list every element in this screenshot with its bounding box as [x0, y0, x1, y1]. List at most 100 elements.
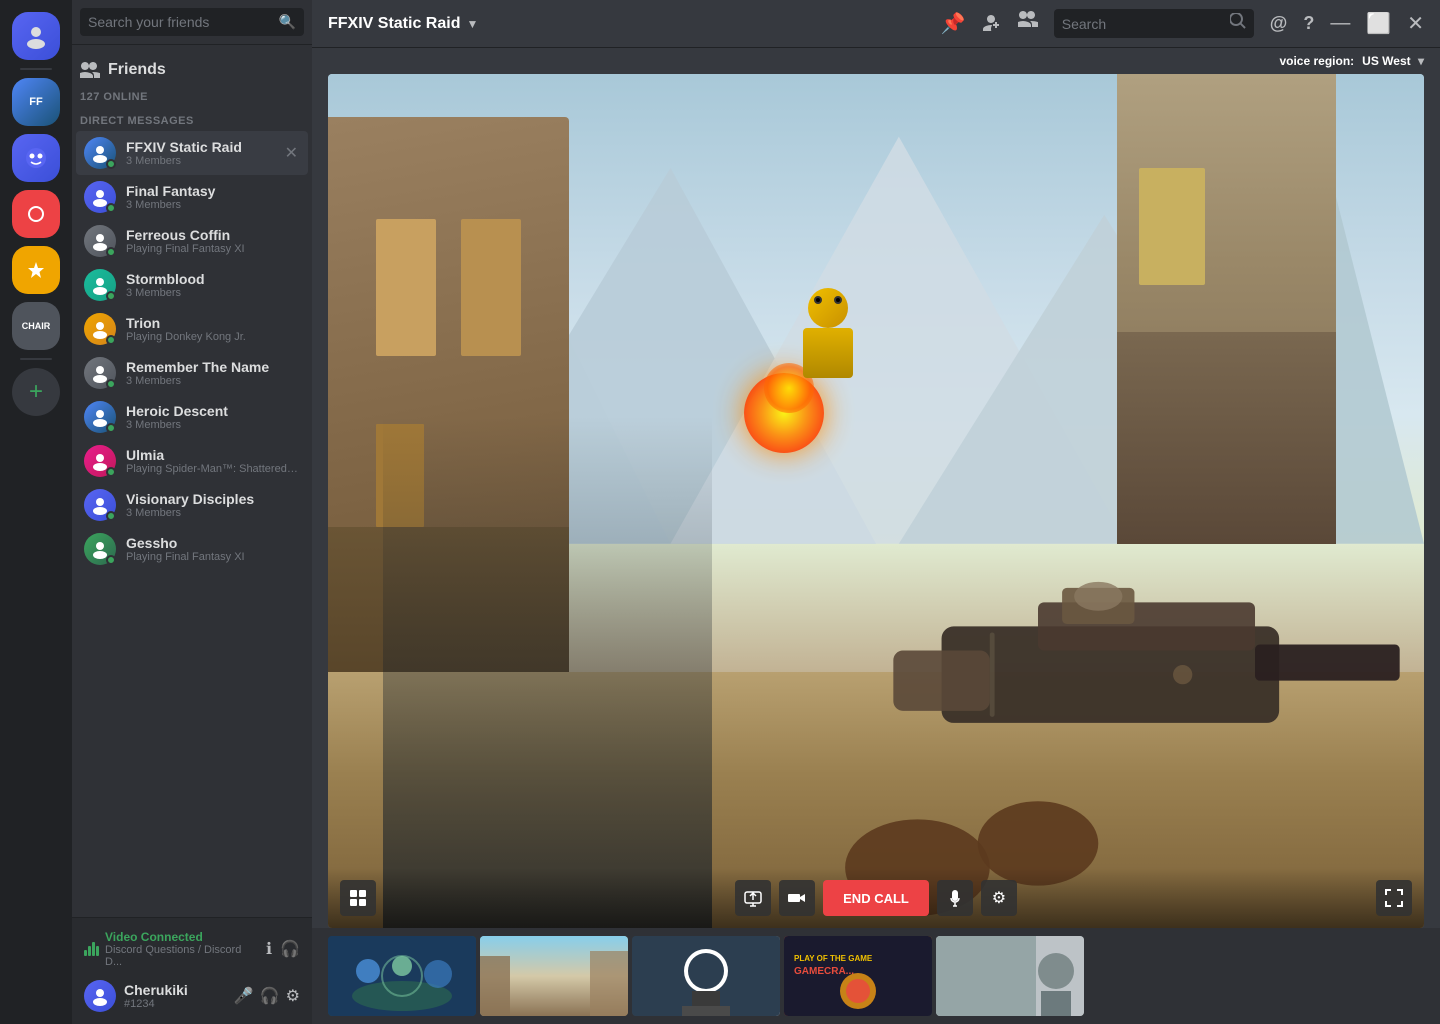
add-friend-icon[interactable]: [982, 11, 1002, 37]
add-server-button[interactable]: +: [12, 368, 60, 416]
dm-info: Final Fantasy 3 Members: [126, 183, 300, 211]
dm-item[interactable]: Trion Playing Donkey Kong Jr. ✕: [76, 307, 308, 351]
server-item[interactable]: [12, 246, 60, 294]
friends-search-input[interactable]: [80, 8, 304, 36]
top-bar: FFXIV Static Raid ▼ 📌: [312, 0, 1440, 48]
friends-icon: [80, 62, 100, 78]
dm-sub: 3 Members: [126, 155, 283, 167]
dm-info: Visionary Disciples 3 Members: [126, 491, 300, 519]
status-bar: Video Connected Discord Questions / Disc…: [72, 917, 312, 1024]
status-dot: [106, 379, 116, 389]
server-item[interactable]: [12, 134, 60, 182]
user-controls: 🎤 🎧 ⚙: [234, 986, 300, 1006]
voice-connected-label: Video Connected: [105, 930, 260, 944]
dm-sub: Playing Spider-Man™: Shattered Dimen...: [126, 463, 300, 475]
server-item[interactable]: FF: [12, 78, 60, 126]
thumbnail-item[interactable]: [936, 936, 1084, 1016]
status-dot: [106, 159, 116, 169]
end-call-button[interactable]: END CALL: [823, 880, 929, 916]
friends-label: Friends: [108, 61, 166, 79]
dropdown-arrow[interactable]: ▼: [466, 17, 478, 31]
status-dot: [106, 203, 116, 213]
dm-item[interactable]: FFXIV Static Raid 3 Members ✕: [76, 131, 308, 175]
screen-layout-button[interactable]: [340, 880, 376, 916]
settings-icon[interactable]: ⚙: [286, 986, 300, 1006]
microphone-icon[interactable]: 🎤: [234, 986, 254, 1006]
dm-name: Visionary Disciples: [126, 491, 300, 507]
thumbnail-strip: PLAY OF THE GAME GAMECRA...: [312, 928, 1440, 1024]
info-icon[interactable]: ℹ: [266, 939, 272, 959]
close-dm-button[interactable]: ✕: [283, 141, 300, 165]
headphones-icon[interactable]: 🎧: [260, 986, 280, 1006]
close-icon[interactable]: ✕: [1407, 11, 1424, 36]
dm-info: Ferreous Coffin Playing Final Fantasy XI: [126, 227, 300, 255]
friends-header[interactable]: Friends: [72, 45, 312, 87]
dm-name: Remember The Name: [126, 359, 300, 375]
channel-name: FFXIV Static Raid: [328, 15, 460, 33]
dm-item[interactable]: Ulmia Playing Spider-Man™: Shattered Dim…: [76, 439, 308, 483]
main-video: END CALL ⚙: [328, 74, 1424, 928]
dm-name: Ulmia: [126, 447, 300, 463]
settings-button[interactable]: ⚙: [981, 880, 1017, 916]
thumbnail-item[interactable]: [632, 936, 780, 1016]
thumbnail-image: [632, 936, 780, 1016]
user-panel: Cherukiki #1234 🎤 🎧 ⚙: [80, 976, 304, 1016]
status-dot: [106, 423, 116, 433]
dm-sub: Playing Final Fantasy XI: [126, 243, 300, 255]
dm-info: Stormblood 3 Members: [126, 271, 300, 299]
voice-bars: [84, 942, 99, 956]
thumbnail-item[interactable]: [328, 936, 476, 1016]
server-item[interactable]: CHAIR: [12, 302, 60, 350]
dm-item[interactable]: Final Fantasy 3 Members ✕: [76, 175, 308, 219]
online-count: 127 ONLINE: [72, 87, 312, 107]
chevron-icon: ▾: [1418, 54, 1424, 68]
user-name: Cherukiki: [124, 982, 226, 998]
top-bar-actions: 📌 @: [941, 9, 1424, 38]
thumbnail-image: PLAY OF THE GAME GAMECRA...: [784, 936, 932, 1016]
camera-button[interactable]: [779, 880, 815, 916]
search-bar: [1054, 9, 1254, 38]
home-button[interactable]: [12, 12, 60, 60]
status-dot: [106, 467, 116, 477]
main-content: FFXIV Static Raid ▼ 📌: [312, 0, 1440, 1024]
dm-item[interactable]: Gessho Playing Final Fantasy XI ✕: [76, 527, 308, 571]
status-dot: [106, 511, 116, 521]
dm-avatar: [84, 269, 116, 301]
search-icon: [1230, 13, 1246, 34]
headset-icon[interactable]: 🎧: [280, 939, 300, 959]
dm-item[interactable]: Stormblood 3 Members ✕: [76, 263, 308, 307]
weapon-svg: [821, 373, 1424, 928]
dm-sub: Playing Donkey Kong Jr.: [126, 331, 300, 343]
dm-sub: Playing Final Fantasy XI: [126, 551, 300, 563]
mute-button[interactable]: [937, 880, 973, 916]
thumbnail-item[interactable]: PLAY OF THE GAME GAMECRA...: [784, 936, 932, 1016]
dm-section-label: DIRECT MESSAGES: [72, 107, 312, 131]
dm-item[interactable]: Heroic Descent 3 Members ✕: [76, 395, 308, 439]
dm-avatar: [84, 181, 116, 213]
help-icon[interactable]: ?: [1303, 13, 1314, 34]
dm-name: Ferreous Coffin: [126, 227, 300, 243]
dm-item[interactable]: Ferreous Coffin Playing Final Fantasy XI…: [76, 219, 308, 263]
dm-name: FFXIV Static Raid: [126, 139, 283, 155]
dm-item[interactable]: Remember The Name 3 Members ✕: [76, 351, 308, 395]
server-separator: [20, 358, 52, 360]
mention-icon[interactable]: @: [1270, 13, 1288, 34]
voice-bar-4: [96, 946, 99, 956]
members-icon[interactable]: [1018, 11, 1038, 37]
dm-item[interactable]: Visionary Disciples 3 Members ✕: [76, 483, 308, 527]
voice-region-value[interactable]: US West ▾: [1358, 54, 1424, 68]
dm-avatar: [84, 489, 116, 521]
fullscreen-button[interactable]: [1376, 880, 1412, 916]
user-tag: #1234: [124, 998, 226, 1010]
pin-icon[interactable]: 📌: [941, 11, 966, 36]
share-screen-button[interactable]: [735, 880, 771, 916]
maximize-icon[interactable]: ⬜: [1366, 11, 1391, 36]
dm-avatar: [84, 445, 116, 477]
server-item[interactable]: [12, 190, 60, 238]
thumbnail-item[interactable]: [480, 936, 628, 1016]
friends-sidebar: 🔍 Friends 127 ONLINE DIRECT MESSAGES FFX…: [72, 0, 312, 1024]
minimize-icon[interactable]: —: [1330, 12, 1350, 35]
status-dot: [106, 291, 116, 301]
search-input[interactable]: [1062, 16, 1222, 32]
voice-region-bar: voice region: US West ▾: [312, 48, 1440, 74]
